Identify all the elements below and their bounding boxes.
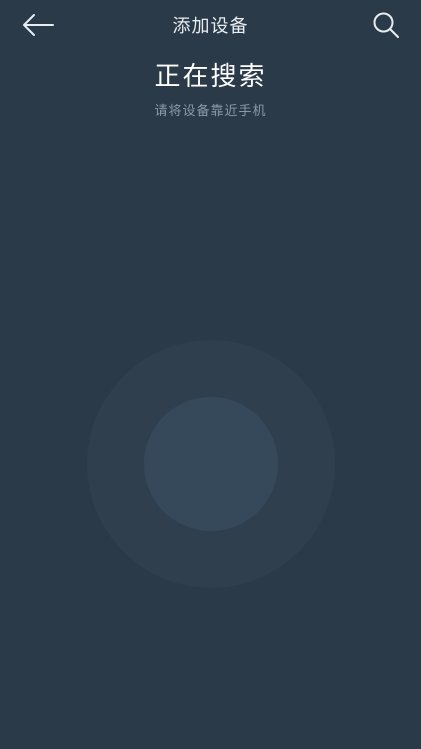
top-navigation-bar: 添加设备: [0, 0, 421, 52]
search-button[interactable]: [369, 8, 403, 42]
search-icon: [373, 12, 399, 38]
searching-heading: 正在搜索: [154, 62, 267, 92]
add-device-screen: 添加设备 正在搜索 请将设备靠近手机: [0, 0, 421, 749]
searching-hint: 请将设备靠近手机: [154, 104, 267, 119]
radar-inner-circle: [144, 397, 278, 531]
page-title: 添加设备: [172, 16, 249, 37]
search-radar: [87, 340, 335, 588]
